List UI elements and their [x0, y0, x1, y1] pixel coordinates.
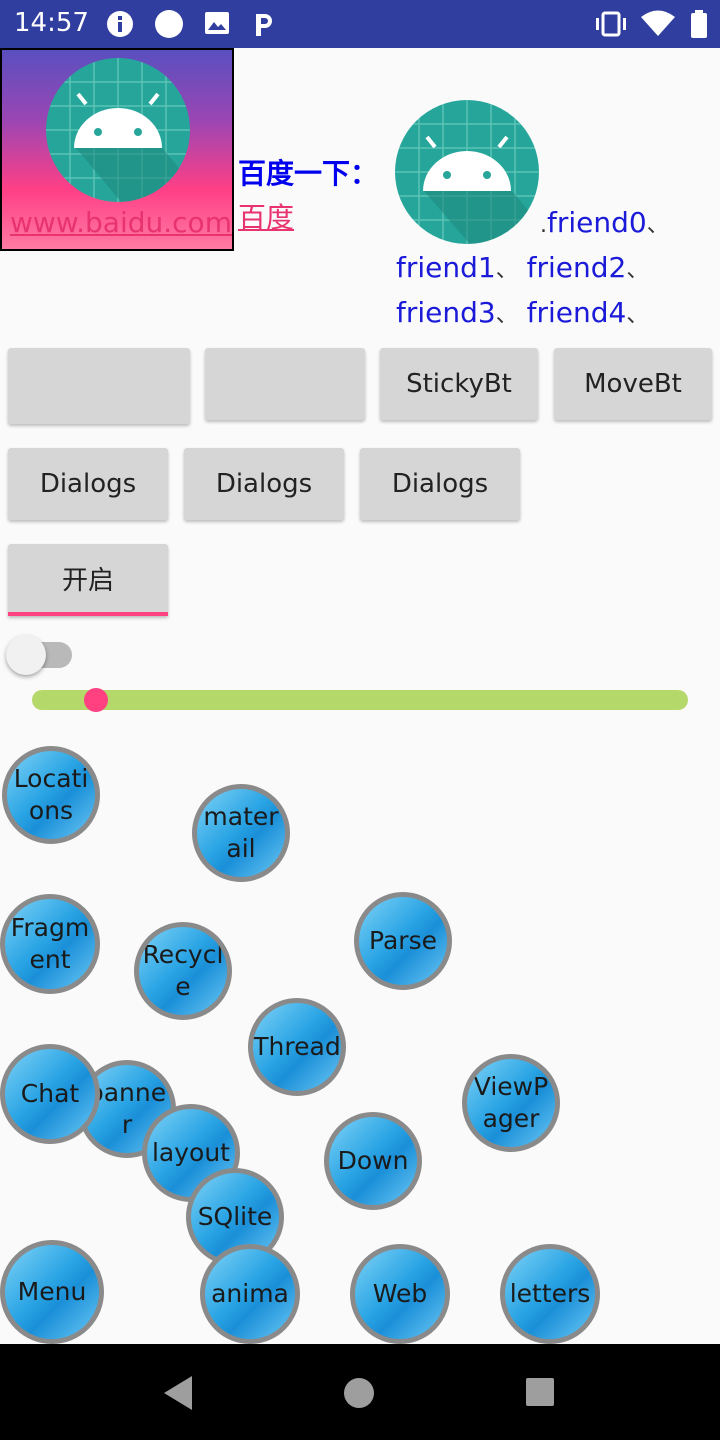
- image-icon: [205, 12, 229, 34]
- bubble-viewpager[interactable]: ViewPager: [462, 1054, 560, 1152]
- wifi-icon: [641, 10, 675, 36]
- clock: 14:57: [14, 8, 89, 38]
- baidu-link[interactable]: 百度: [238, 196, 294, 236]
- baidu-title: 百度一下：: [238, 157, 379, 190]
- dialogs-button-2[interactable]: Dialogs: [184, 448, 344, 520]
- info-icon: [107, 11, 133, 37]
- home-icon[interactable]: [342, 1376, 376, 1410]
- battery-icon: [691, 10, 707, 38]
- recents-icon[interactable]: [524, 1376, 556, 1408]
- sticky-button[interactable]: StickyBt: [380, 348, 538, 420]
- bubble-thread[interactable]: Thread: [248, 998, 346, 1096]
- bubble-recycle[interactable]: Recycle: [134, 922, 232, 1020]
- friend-item[interactable]: friend2: [527, 251, 627, 284]
- switch-thumb[interactable]: [6, 635, 46, 675]
- friend-line-1: .friend0、: [540, 206, 669, 239]
- friend-item[interactable]: friend1: [396, 251, 496, 284]
- vibrate-icon: [596, 11, 626, 37]
- bubble-down[interactable]: Down: [324, 1112, 422, 1210]
- move-button[interactable]: MoveBt: [554, 348, 712, 420]
- bubble-fragment[interactable]: Fragment: [0, 894, 100, 994]
- hero-link[interactable]: www.baidu.com: [10, 206, 232, 239]
- friend-item[interactable]: friend0: [547, 206, 647, 239]
- friend-item[interactable]: friend3: [396, 296, 496, 329]
- bubble-menu[interactable]: Menu: [0, 1240, 104, 1344]
- bubble-chat[interactable]: Chat: [0, 1044, 100, 1144]
- back-icon[interactable]: [160, 1374, 196, 1412]
- blank-button-1[interactable]: [8, 348, 190, 424]
- android-icon: [46, 58, 190, 202]
- bubble-letters[interactable]: letters: [500, 1244, 600, 1344]
- dialogs-button-3[interactable]: Dialogs: [360, 448, 520, 520]
- blank-button-2[interactable]: [205, 348, 365, 420]
- friend-line-3: friend3、 friend4、: [396, 296, 649, 329]
- bubble-materail[interactable]: materail: [192, 784, 290, 882]
- dialogs-button-1[interactable]: Dialogs: [8, 448, 168, 520]
- navigation-bar: [0, 1344, 720, 1440]
- parking-icon: [256, 14, 272, 36]
- bubble-web[interactable]: Web: [350, 1244, 450, 1344]
- toggle-on-button[interactable]: 开启: [8, 544, 168, 616]
- bubble-anima[interactable]: anima: [200, 1244, 300, 1344]
- slider-track[interactable]: [32, 690, 688, 710]
- circle-icon: [155, 10, 183, 38]
- friend-item[interactable]: friend4: [527, 296, 627, 329]
- status-bar: 14:57: [0, 0, 720, 48]
- avatar-android-icon: [395, 100, 539, 244]
- bubble-parse[interactable]: Parse: [354, 892, 452, 990]
- friend-line-2: friend1、 friend2、: [396, 251, 649, 284]
- bubble-locations[interactable]: Locations: [2, 746, 100, 844]
